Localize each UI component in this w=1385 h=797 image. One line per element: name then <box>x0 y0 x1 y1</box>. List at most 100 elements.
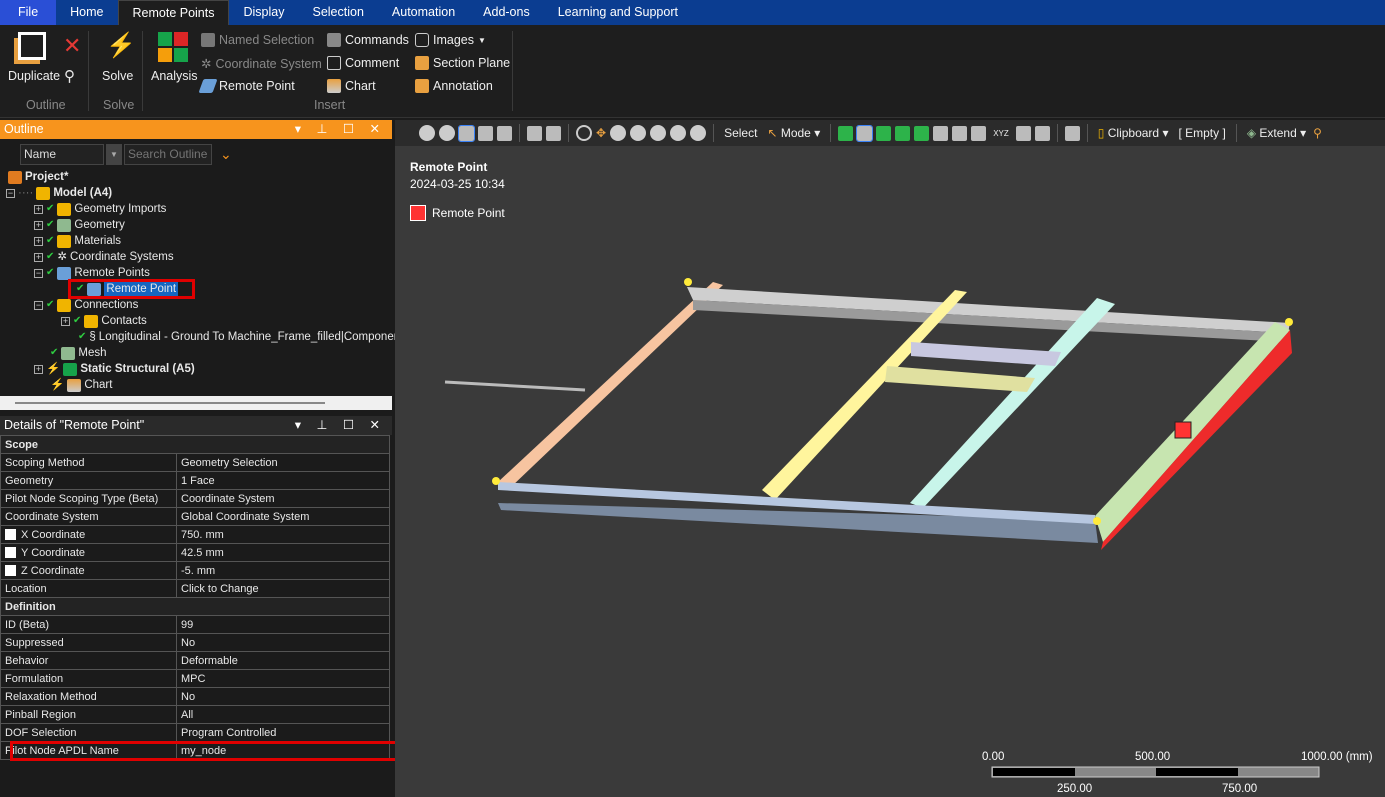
details-row[interactable]: Relaxation Method No <box>0 687 390 706</box>
tree-item-project[interactable]: Project* <box>8 169 68 185</box>
section-definition[interactable]: Definition <box>0 597 390 616</box>
commands-button[interactable]: Commands <box>327 33 409 47</box>
tree-item-coordinate-systems[interactable]: + ✔ ✲ Coordinate Systems <box>34 249 174 265</box>
model-scene[interactable] <box>395 120 1385 797</box>
parameter-checkbox[interactable] <box>5 564 16 576</box>
comment-button[interactable]: Comment <box>327 56 399 70</box>
details-row[interactable]: Z Coordinate -5. mm <box>0 561 390 580</box>
search-outline-input[interactable] <box>124 143 212 165</box>
property-value[interactable]: 1 Face <box>176 471 390 490</box>
tab-display[interactable]: Display <box>229 0 298 25</box>
outline-header: Outline ▾ ⊥ ☐ ✕ <box>0 120 392 139</box>
horizontal-scrollbar[interactable] <box>0 396 392 410</box>
property-value[interactable]: Deformable <box>176 651 390 670</box>
tree-item-chart[interactable]: ⚡ Chart <box>50 377 112 393</box>
property-value[interactable]: -5. mm <box>176 561 390 580</box>
tree-item-mesh[interactable]: ✔ Mesh <box>50 345 107 361</box>
tree-item-model[interactable]: − ···· Model (A4) <box>6 185 112 201</box>
tree-item-spring[interactable]: ✔ § Longitudinal - Ground To Machine_Frame… <box>78 329 403 345</box>
group-outline-label: Outline <box>26 98 66 112</box>
property-label: Location <box>5 582 47 595</box>
details-row[interactable]: Pilot Node Scoping Type (Beta) Coordinate… <box>0 489 390 508</box>
tree-item-contacts[interactable]: + ✔ Contacts <box>61 313 147 329</box>
details-row[interactable]: DOF Selection Program Controlled <box>0 723 390 742</box>
scale-label: 250.00 <box>1057 783 1093 795</box>
chevron-down-icon[interactable]: ▼ <box>106 143 122 165</box>
tab-remote-points[interactable]: Remote Points <box>117 0 230 25</box>
property-label: ID (Beta) <box>5 618 50 631</box>
analysis-button[interactable]: Analysis <box>151 69 198 83</box>
details-row[interactable]: Formulation MPC <box>0 669 390 688</box>
parameter-checkbox[interactable] <box>5 528 16 540</box>
property-value[interactable]: No <box>176 687 390 706</box>
property-label: Pinball Region <box>5 708 76 721</box>
property-value[interactable]: All <box>176 705 390 724</box>
property-label: Relaxation Method <box>5 690 97 703</box>
property-value[interactable]: MPC <box>176 669 390 688</box>
annotation-button[interactable]: Annotation <box>415 79 493 93</box>
panel-controls[interactable]: ▾ ⊥ ☐ ✕ <box>295 120 386 139</box>
details-row[interactable]: Suppressed No <box>0 633 390 652</box>
graphics-viewport[interactable]: ✥ Select ↖ Mode ▾ XYZ ▯ Clipboard ▾ [ Em… <box>395 120 1385 797</box>
group-solve-label: Solve <box>103 98 135 112</box>
property-value[interactable]: 42.5 mm <box>176 543 390 562</box>
viewport-title: Remote Point <box>410 160 488 174</box>
outline-filter-select[interactable]: Name <box>20 143 104 165</box>
duplicate-button[interactable]: Duplicate <box>8 69 60 83</box>
remote-point-button[interactable]: Remote Point <box>198 79 295 93</box>
property-label: Geometry <box>5 474 54 487</box>
tree-item-connections[interactable]: − ✔ Connections <box>34 297 138 313</box>
section-plane-icon <box>415 56 429 70</box>
chart-button[interactable]: Chart <box>327 79 376 93</box>
property-value[interactable]: Coordinate System <box>176 489 390 508</box>
details-row[interactable]: Behavior Deformable <box>0 651 390 670</box>
delete-icon[interactable]: ✕ <box>63 33 81 59</box>
tree-item-geometry-imports[interactable]: + ✔ Geometry Imports <box>34 201 166 217</box>
expand-chevron-icon[interactable]: ⌄ <box>220 146 232 163</box>
solve-button[interactable]: Solve <box>102 69 133 83</box>
tree-item-geometry[interactable]: + ✔ Geometry <box>34 217 125 233</box>
duplicate-icon <box>18 32 46 60</box>
details-row[interactable]: Coordinate System Global Coordinate Syste… <box>0 507 390 526</box>
beam-3 <box>910 298 1115 508</box>
named-selection-button[interactable]: Named Selection <box>201 33 314 47</box>
coordinate-system-button[interactable]: ✲ Coordinate System <box>201 56 322 72</box>
property-value[interactable]: Click to Change <box>176 579 390 598</box>
panel-controls[interactable]: ▾ ⊥ ☐ ✕ <box>295 416 386 435</box>
tab-home[interactable]: Home <box>56 0 117 25</box>
ribbon: ✕ Duplicate ⚲ Outline ⚡ Solve Solve Anal… <box>0 25 1385 118</box>
named-selection-icon <box>201 33 215 47</box>
section-plane-button[interactable]: Section Plane <box>415 56 510 70</box>
tree-item-materials[interactable]: + ✔ Materials <box>34 233 121 249</box>
group-insert-label: Insert <box>314 98 346 112</box>
property-value[interactable]: 99 <box>176 615 390 634</box>
geometry-icon <box>57 218 72 232</box>
tab-file[interactable]: File <box>0 0 57 25</box>
tree-item-static-structural[interactable]: + ⚡ Static Structural (A5) <box>34 361 195 377</box>
tab-automation[interactable]: Automation <box>378 0 469 25</box>
property-value[interactable]: No <box>176 633 390 652</box>
details-row[interactable]: ID (Beta) 99 <box>0 615 390 634</box>
details-row[interactable]: Y Coordinate 42.5 mm <box>0 543 390 562</box>
tab-selection[interactable]: Selection <box>298 0 377 25</box>
tab-add-ons[interactable]: Add-ons <box>469 0 544 25</box>
tab-learning[interactable]: Learning and Support <box>544 0 692 25</box>
highlight-box <box>68 279 195 299</box>
images-button[interactable]: Images ▼ <box>415 33 486 47</box>
details-row[interactable]: Pinball Region All <box>0 705 390 724</box>
front-beam-side <box>498 503 1098 543</box>
details-row[interactable]: Geometry 1 Face <box>0 471 390 490</box>
chart-icon <box>327 79 341 93</box>
details-row[interactable]: Scoping Method Geometry Selection <box>0 453 390 472</box>
section-scope[interactable]: Scope <box>0 435 390 454</box>
property-value[interactable]: Geometry Selection <box>176 453 390 472</box>
coordinate-systems-icon: ✲ <box>57 251 68 263</box>
details-row[interactable]: X Coordinate 750. mm <box>0 525 390 544</box>
property-value[interactable]: Global Coordinate System <box>176 507 390 526</box>
parameter-checkbox[interactable] <box>5 546 16 558</box>
property-value[interactable]: 750. mm <box>176 525 390 544</box>
search-icon[interactable]: ⚲ <box>64 67 75 85</box>
details-row[interactable]: Location Click to Change <box>0 579 390 598</box>
property-value[interactable]: Program Controlled <box>176 723 390 742</box>
property-label: Coordinate System <box>5 510 99 523</box>
